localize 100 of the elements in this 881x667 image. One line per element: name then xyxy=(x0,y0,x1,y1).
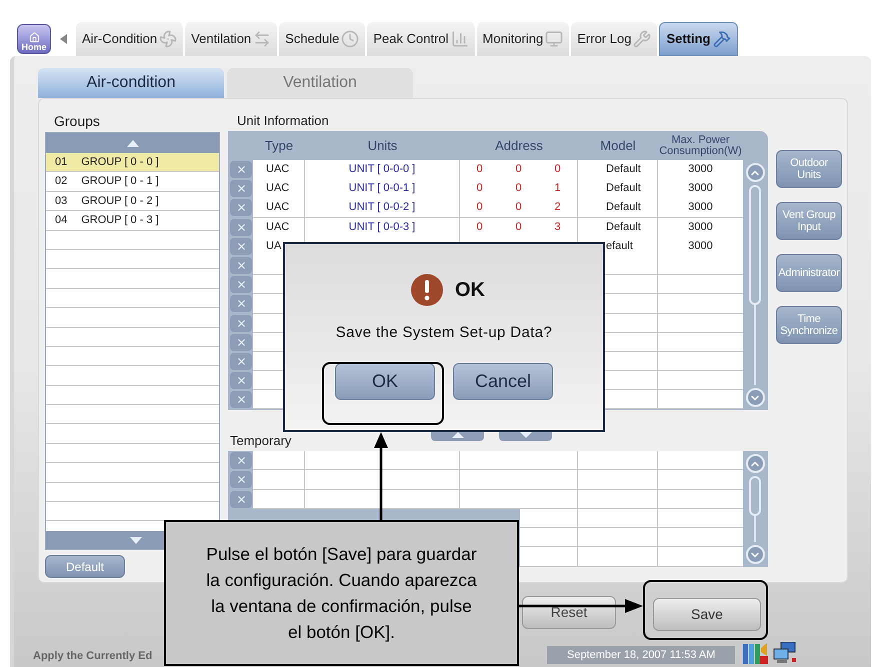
dialog-button[interactable]: Cancel xyxy=(453,362,553,400)
power-cell: 3000 xyxy=(658,179,743,200)
delete-button[interactable] xyxy=(230,391,252,408)
delete-button[interactable] xyxy=(230,372,252,390)
reset-button[interactable]: Reset xyxy=(522,596,616,629)
x-icon xyxy=(236,375,246,386)
group-name: GROUP [ 0 - 1 ] xyxy=(81,174,159,190)
power-cell: 3000 xyxy=(658,160,743,180)
unit-cell: UNIT [ 0-0-3 ] xyxy=(305,218,460,238)
nav-tab[interactable]: Schedule xyxy=(279,22,366,56)
address-digit: 0 xyxy=(475,181,484,196)
group-number: 04 xyxy=(55,213,68,228)
unit-cell: UNIT [ 0-0-0 ] xyxy=(305,160,460,180)
model-cell: Default xyxy=(578,179,658,200)
delete-button[interactable] xyxy=(230,218,252,236)
delete-button[interactable] xyxy=(230,180,252,198)
arrows-icon xyxy=(253,30,272,48)
house-icon xyxy=(28,32,40,43)
x-icon xyxy=(236,222,246,233)
delete-button[interactable] xyxy=(230,471,252,488)
nav-tab[interactable]: Setting xyxy=(659,22,738,56)
dialog-message: Save the System Set-up Data? xyxy=(336,323,552,343)
table-cell xyxy=(253,470,305,490)
delete-button[interactable] xyxy=(230,452,252,469)
model-cell: Default xyxy=(578,198,658,218)
x-icon xyxy=(236,260,246,271)
x-icon xyxy=(236,318,246,328)
address-digit: 0 xyxy=(514,162,523,177)
power-cell: 3000 xyxy=(658,236,743,257)
address-digit: 0 xyxy=(475,162,484,177)
scrollbar-thumb[interactable] xyxy=(749,185,761,305)
column-header: Model xyxy=(599,136,637,155)
monitor-icon xyxy=(545,30,564,48)
nav-tab[interactable]: Peak Control xyxy=(367,22,475,56)
callout-text: Pulse el botón [Save] para guardar la configuración. Cuando aparezca la ventana de confirmación, pulse el botón [OK]. xyxy=(206,543,478,644)
type-cell: UAC xyxy=(253,179,305,200)
table-cell xyxy=(253,451,305,470)
address-digit: 0 xyxy=(514,220,523,235)
delete-button[interactable] xyxy=(230,276,252,294)
unit-information-label: Unit Information xyxy=(236,112,330,130)
group-row[interactable]: 01 GROUP [ 0 - 0 ] xyxy=(46,153,219,172)
home-button[interactable]: Home xyxy=(17,24,51,54)
down-triangle-icon xyxy=(130,536,142,544)
delete-button[interactable] xyxy=(230,352,252,370)
delete-button[interactable] xyxy=(230,490,252,508)
sub-tab[interactable]: Air-condition xyxy=(38,68,224,98)
scroll-up-button[interactable] xyxy=(746,163,764,182)
x-icon xyxy=(236,240,246,252)
bar-chart-icon xyxy=(743,642,770,664)
left-arrow-icon xyxy=(60,34,67,44)
status-message: Apply the Currently Ed xyxy=(33,648,152,664)
power-cell: 3000 xyxy=(658,198,743,218)
delete-button[interactable] xyxy=(230,314,252,332)
network-icon xyxy=(773,642,798,664)
model-cell: Default xyxy=(578,218,658,238)
x-icon xyxy=(236,474,246,486)
address-digit: 1 xyxy=(553,181,562,196)
x-icon xyxy=(236,183,246,194)
address-digit: 0 xyxy=(514,200,523,216)
address-digit: 0 xyxy=(475,200,484,216)
group-number: 02 xyxy=(55,174,68,190)
column-header: Type xyxy=(264,136,294,155)
delete-button[interactable] xyxy=(230,199,252,216)
x-icon xyxy=(236,202,246,214)
clock-icon xyxy=(341,30,360,48)
x-icon xyxy=(236,279,246,290)
column-header: Address xyxy=(494,136,544,155)
nav-tab[interactable]: Error Log xyxy=(571,22,658,56)
temporary-label: Temporary xyxy=(229,432,292,450)
table-cell xyxy=(253,490,305,509)
hammer-icon xyxy=(712,30,730,48)
down-triangle-icon xyxy=(520,432,532,438)
delete-button[interactable] xyxy=(230,295,252,312)
unit-cell: UNIT [ 0-0-1 ] xyxy=(305,179,460,200)
delete-button[interactable] xyxy=(230,256,252,274)
scroll-down-button[interactable] xyxy=(46,531,164,549)
column-header: Units xyxy=(366,136,398,155)
scrollbar-thumb[interactable] xyxy=(749,476,761,516)
model-cell: Default xyxy=(578,160,658,180)
scroll-down-button[interactable] xyxy=(746,388,764,407)
delete-button[interactable] xyxy=(230,334,252,351)
delete-button[interactable] xyxy=(230,161,252,178)
delete-button[interactable] xyxy=(230,238,252,255)
scroll-down-button[interactable] xyxy=(746,545,764,564)
save-button[interactable]: Save xyxy=(653,598,761,631)
nav-tab[interactable]: Ventilation xyxy=(185,22,278,56)
unit-cell: UNIT [ 0-0-2 ] xyxy=(305,198,460,218)
nav-tab[interactable]: Air-Condition xyxy=(76,22,184,56)
type-cell: UAC xyxy=(253,218,305,238)
group-number: 01 xyxy=(55,154,68,170)
wrench-icon xyxy=(633,30,652,48)
scroll-up-button[interactable] xyxy=(746,454,764,473)
dialog-title: OK xyxy=(455,278,485,303)
dialog-button[interactable]: OK xyxy=(335,362,435,400)
x-icon xyxy=(236,298,246,310)
nav-tab[interactable]: Monitoring xyxy=(476,22,570,56)
address-digit: 0 xyxy=(553,162,562,177)
group-name: GROUP [ 0 - 0 ] xyxy=(81,154,159,170)
power-cell: 3000 xyxy=(658,218,743,238)
type-cell: UAC xyxy=(253,160,305,180)
